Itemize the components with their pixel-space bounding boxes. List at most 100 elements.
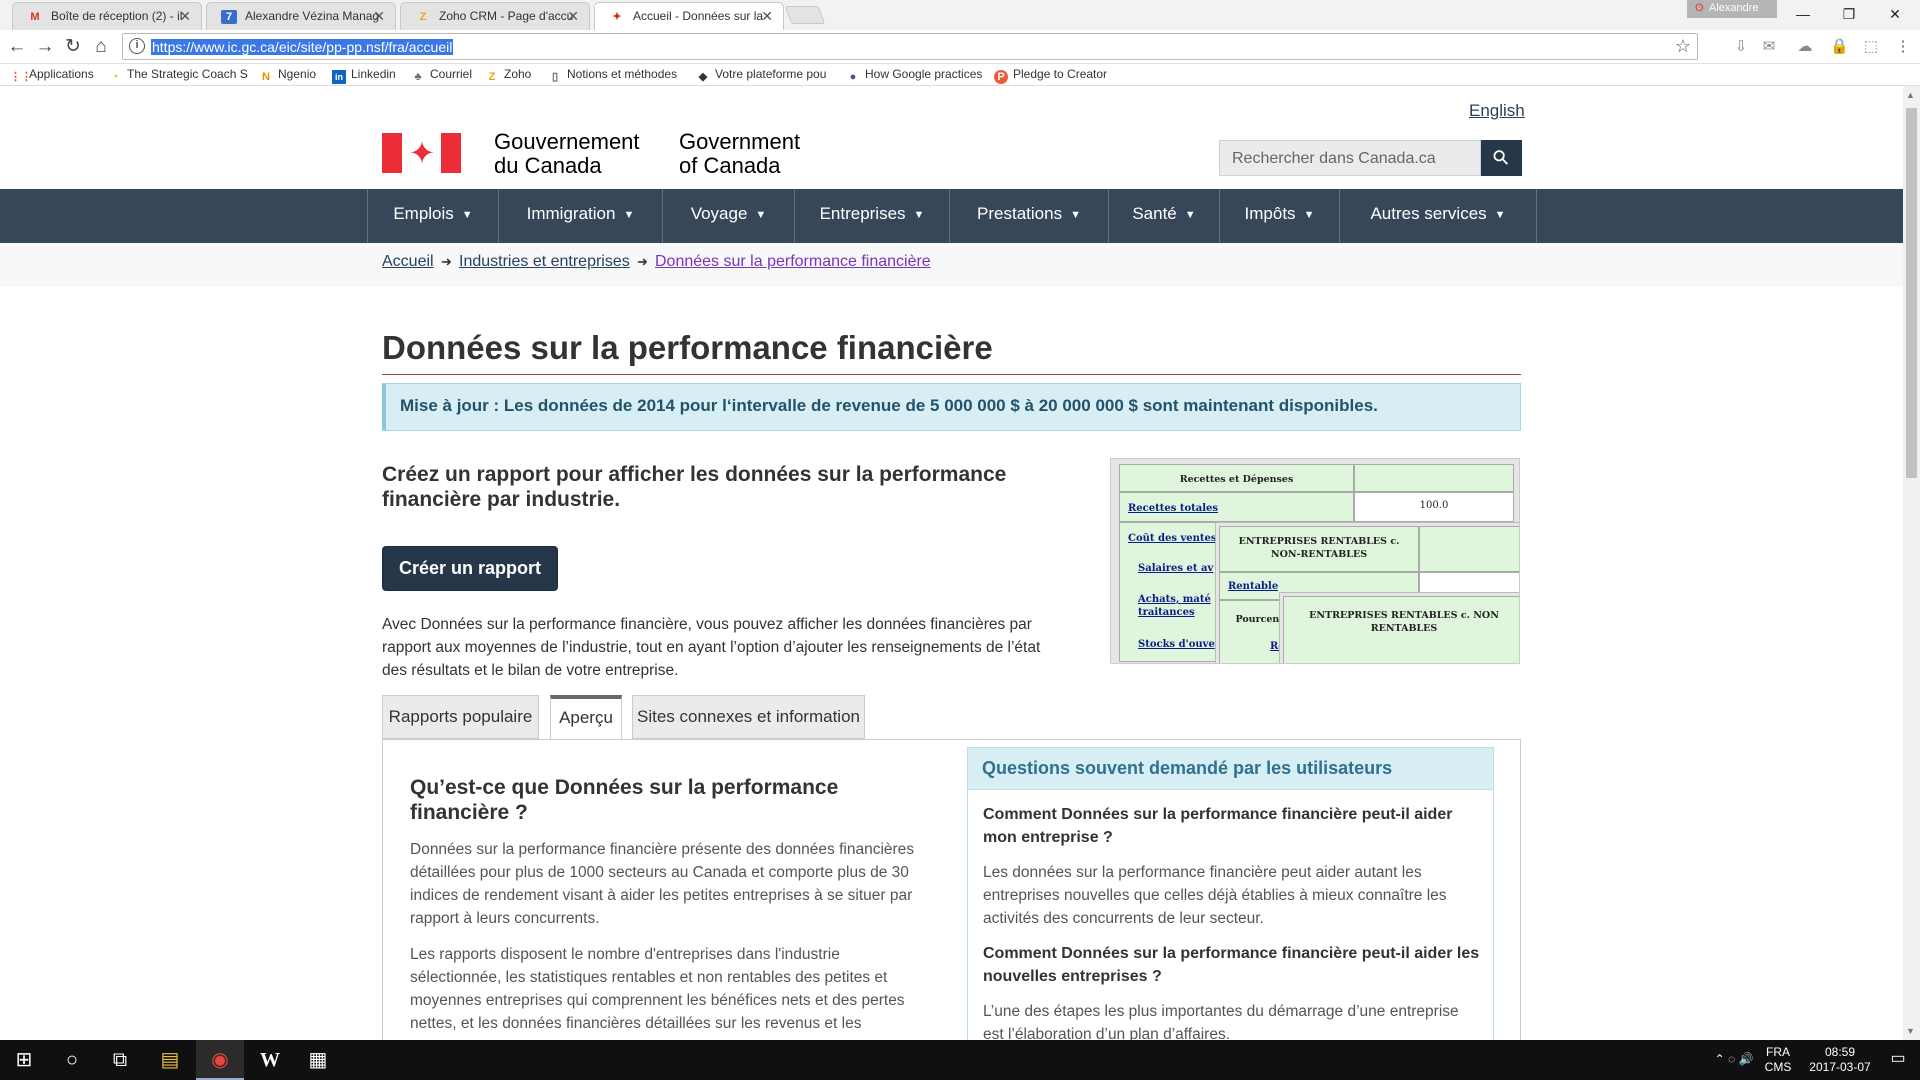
url-text[interactable]: https://www.ic.gc.ca/eic/site/pp-pp.nsf/… <box>151 39 454 55</box>
bookmark-applications[interactable]: ⋮⋮Applications <box>10 67 94 84</box>
canada-flag-logo[interactable]: ✦ <box>382 133 461 173</box>
app-icon: 7 <box>221 10 237 24</box>
extension-box-icon[interactable]: ⬚ <box>1862 38 1880 56</box>
language-toggle-link[interactable]: English <box>1469 101 1525 121</box>
bookmark-label: How Google practices <box>865 67 983 81</box>
menu-item-autres-services[interactable]: Autres services ▼ <box>1339 189 1537 243</box>
window-close-button[interactable]: ✕ <box>1872 2 1918 26</box>
wordmark-line: Government <box>679 129 801 154</box>
scrollbar-thumb[interactable] <box>1906 108 1917 478</box>
cortana-search-icon[interactable]: ○ <box>48 1040 96 1080</box>
new-tab-button[interactable] <box>784 6 826 24</box>
breadcrumb-link-industries[interactable]: Industries et entreprises <box>459 253 630 271</box>
overview-paragraph-2: Les rapports disposent le nombre d'entre… <box>410 946 905 1032</box>
faq-answer-2: L’une des étapes les plus importantes du… <box>983 1003 1459 1040</box>
menu-item-prestations[interactable]: Prestations ▼ <box>949 189 1108 243</box>
calculator-icon[interactable]: ▦ <box>294 1040 342 1080</box>
ngenio-icon: N <box>262 71 270 83</box>
browser-tab-zoho[interactable]: Z Zoho CRM - Page d'accu ✕ <box>400 2 590 30</box>
language-indicator[interactable]: FRA CMS <box>1762 1045 1794 1075</box>
page-scrollbar[interactable]: ▲ ▼ <box>1903 86 1920 1040</box>
scroll-up-icon[interactable]: ▲ <box>1906 90 1915 100</box>
restore-button[interactable]: ❐ <box>1826 2 1872 26</box>
browser-tab-manager[interactable]: 7 Alexandre Vézina Manag ✕ <box>206 2 396 30</box>
linkedin-icon: in <box>332 70 346 84</box>
close-icon[interactable]: ✕ <box>567 8 579 25</box>
lang-layout: CMS <box>1764 1060 1792 1074</box>
bookmark-label: Zoho <box>504 67 532 81</box>
close-icon[interactable]: ✕ <box>179 8 191 25</box>
tab-sites-connexes[interactable]: Sites connexes et information <box>632 695 865 739</box>
breadcrumb-link-accueil[interactable]: Accueil <box>382 253 434 271</box>
bookmark-google-practices[interactable]: ● How Google practices <box>846 67 983 84</box>
forward-button[interactable]: → <box>32 35 58 59</box>
menu-item-emplois[interactable]: Emplois ▼ <box>367 189 498 243</box>
home-button[interactable]: ⌂ <box>88 35 114 59</box>
user-icon: ʘ <box>1695 2 1704 14</box>
menu-item-sante[interactable]: Santé ▼ <box>1108 189 1219 243</box>
site-search-input[interactable]: Rechercher dans Canada.ca <box>1219 140 1481 176</box>
file-explorer-icon[interactable]: ▤ <box>146 1040 194 1080</box>
coach-icon: ◔ <box>111 71 119 83</box>
tab-rapports-populaire[interactable]: Rapports populaire <box>382 695 539 739</box>
wordmark-line: du Canada <box>494 153 602 178</box>
faq-question-1: Comment Données sur la performance finan… <box>983 806 1453 846</box>
bookmark-pledge[interactable]: P Pledge to Creator <box>994 67 1107 84</box>
profile-badge[interactable]: ʘ Alexandre <box>1687 0 1777 18</box>
browser-tab-gmail[interactable]: M Boîte de réception (2) - il ✕ <box>12 2 202 30</box>
preview-header: Recettes et Dépenses <box>1179 474 1294 485</box>
browser-toolbar: ← → ↻ ⌂ i https://www.ic.gc.ca/eic/site/… <box>0 30 1920 64</box>
extension-download-icon[interactable]: ⇩ <box>1732 38 1750 56</box>
bookmark-linkedin[interactable]: in Linkedin <box>332 67 396 84</box>
extension-mail-icon[interactable]: ✉ <box>1760 38 1778 56</box>
word-icon[interactable]: W <box>246 1040 294 1080</box>
extension-lock-icon[interactable]: 🔒 <box>1830 38 1849 56</box>
bookmark-strategic-coach[interactable]: ◔ The Strategic Coach S <box>108 67 248 84</box>
info-icon[interactable]: i <box>129 38 145 54</box>
scroll-down-icon[interactable]: ▼ <box>1906 1026 1915 1036</box>
preview-cell: ENTREPRISES RENTABLES c. NON RENTABLES <box>1283 596 1519 663</box>
menu-item-voyage[interactable]: Voyage ▼ <box>662 189 794 243</box>
preview-header: ENTREPRISES RENTABLES c. NON RENTABLES <box>1309 610 1499 634</box>
zoho-icon: Z <box>488 71 496 83</box>
tab-apercu[interactable]: Aperçu <box>550 695 622 740</box>
preview-panel: ENTREPRISES RENTABLES c. NON-RENTABLES R… <box>1215 522 1519 663</box>
windows-taskbar: ⊞ ○ ⧉ ▤ ◉ W ▦ ⌃ ◌ 🔊 FRA CMS 08:59 2017-0… <box>0 1040 1920 1080</box>
preview-header: ENTREPRISES RENTABLES c. NON-RENTABLES <box>1238 536 1400 560</box>
browser-tab-active[interactable]: ✦ Accueil - Données sur la ✕ <box>594 2 784 31</box>
bookmark-zoho[interactable]: Z Zoho <box>485 67 532 84</box>
preview-panel: ENTREPRISES RENTABLES c. NON RENTABLES <box>1279 592 1519 663</box>
bookmark-plateforme[interactable]: ◆ Votre plateforme pou <box>696 67 827 84</box>
breadcrumb-link-current[interactable]: Données sur la performance financière <box>655 253 931 271</box>
zoho-icon: Z <box>419 11 427 23</box>
extension-cloud-icon[interactable]: ☁ <box>1796 38 1814 56</box>
close-icon[interactable]: ✕ <box>373 8 385 25</box>
address-bar[interactable]: i https://www.ic.gc.ca/eic/site/pp-pp.ns… <box>122 33 1698 60</box>
notification-icon[interactable]: ▭ <box>1880 1051 1916 1067</box>
chrome-icon[interactable]: ◉ <box>196 1040 244 1080</box>
tab-title: Boîte de réception (2) - il <box>51 9 183 23</box>
menu-item-entreprises[interactable]: Entreprises ▼ <box>794 189 949 243</box>
preview-value: 100.0 <box>1354 492 1514 522</box>
preview-header-cell: Recettes et Dépenses <box>1119 464 1354 492</box>
back-button[interactable]: ← <box>4 35 30 59</box>
bookmark-ngenio[interactable]: N Ngenio <box>259 67 316 84</box>
bookmark-label: Applications <box>29 67 94 81</box>
search-button[interactable]: ⚲ <box>1481 140 1522 176</box>
bookmark-courriel[interactable]: ♣ Courriel <box>411 67 472 84</box>
clock[interactable]: 08:59 2017-03-07 <box>1800 1045 1880 1075</box>
menu-item-immigration[interactable]: Immigration ▼ <box>498 189 662 243</box>
minimize-button[interactable]: — <box>1780 2 1826 26</box>
preview-cell <box>1419 526 1519 572</box>
windows-start-icon[interactable]: ⊞ <box>0 1040 48 1080</box>
task-view-icon[interactable]: ⧉ <box>96 1040 144 1080</box>
menu-label: Emplois <box>393 204 454 223</box>
close-icon[interactable]: ✕ <box>761 8 773 25</box>
create-report-button[interactable]: Créer un rapport <box>382 546 558 591</box>
menu-item-impots[interactable]: Impôts ▼ <box>1219 189 1339 243</box>
bookmark-notions[interactable]: ▯ Notions et méthodes <box>548 67 677 84</box>
reload-button[interactable]: ↻ <box>60 35 86 59</box>
bookmark-star-icon[interactable]: ☆ <box>1675 36 1691 57</box>
bookmark-label: Pledge to Creator <box>1013 67 1108 81</box>
browser-menu-icon[interactable]: ⋮ <box>1894 38 1912 56</box>
